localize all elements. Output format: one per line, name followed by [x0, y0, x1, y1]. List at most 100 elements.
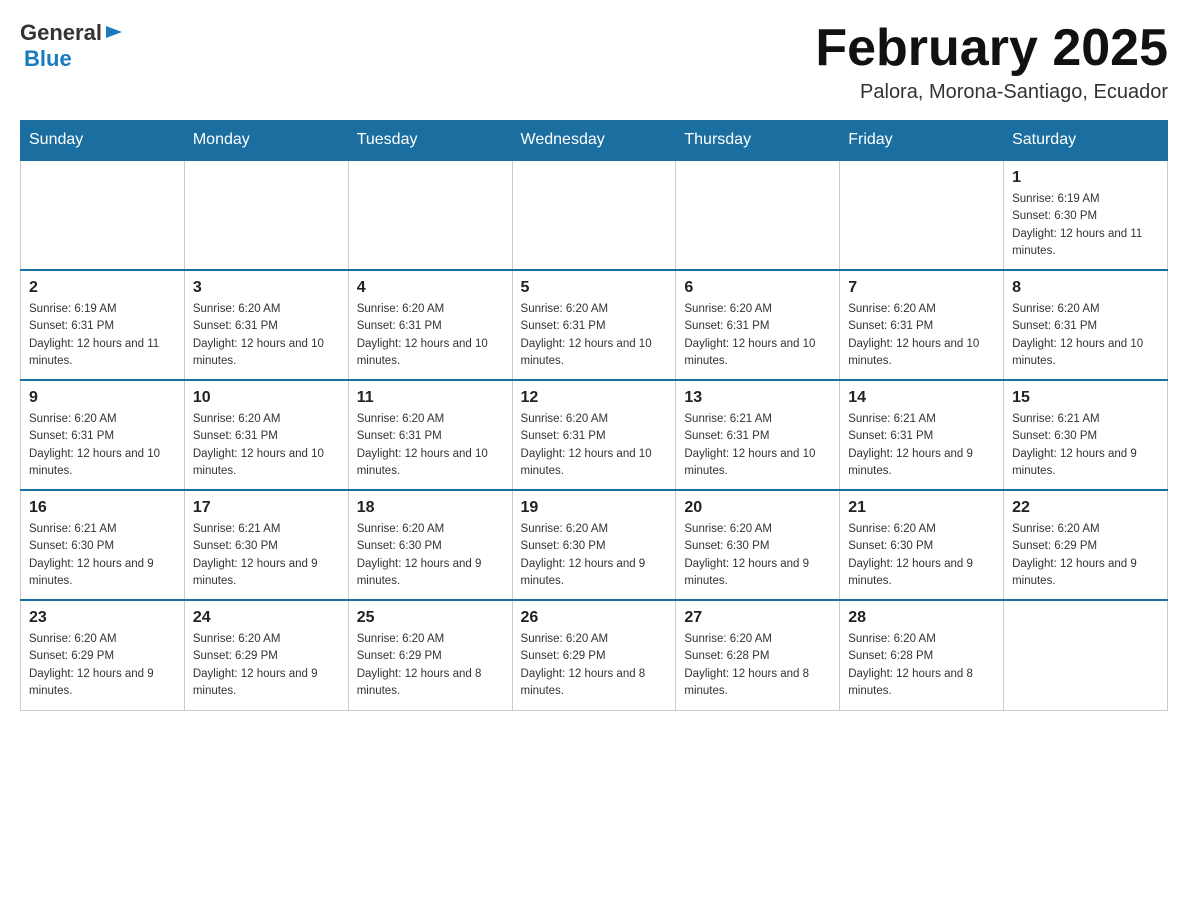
day-number: 15: [1012, 389, 1159, 407]
day-info: Sunrise: 6:20 AMSunset: 6:31 PMDaylight:…: [357, 411, 504, 480]
calendar-cell: [840, 160, 1004, 270]
day-info: Sunrise: 6:20 AMSunset: 6:29 PMDaylight:…: [1012, 521, 1159, 590]
calendar-cell: 14 Sunrise: 6:21 AMSunset: 6:31 PMDayligh…: [840, 380, 1004, 490]
day-info: Sunrise: 6:21 AMSunset: 6:30 PMDaylight:…: [193, 521, 340, 590]
logo: General Blue: [20, 20, 124, 72]
day-of-week-header: Thursday: [676, 121, 840, 161]
day-of-week-header: Wednesday: [512, 121, 676, 161]
calendar-cell: 2Sunrise: 6:19 AMSunset: 6:31 PMDaylight…: [21, 270, 185, 380]
day-number: 23: [29, 609, 176, 627]
day-info: Sunrise: 6:20 AMSunset: 6:31 PMDaylight:…: [521, 301, 668, 370]
day-info: Sunrise: 6:20 AMSunset: 6:29 PMDaylight:…: [193, 631, 340, 700]
calendar-cell: 18Sunrise: 6:20 AMSunset: 6:30 PMDayligh…: [348, 490, 512, 600]
day-number: 21: [848, 499, 995, 517]
day-number: 5: [521, 279, 668, 297]
calendar-cell: 7 Sunrise: 6:20 AMSunset: 6:31 PMDaylight…: [840, 270, 1004, 380]
calendar-header-row: SundayMondayTuesdayWednesdayThursdayFrid…: [21, 121, 1168, 161]
day-number: 28: [848, 609, 995, 627]
calendar-cell: [21, 160, 185, 270]
day-number: 20: [684, 499, 831, 517]
day-info: Sunrise: 6:20 AMSunset: 6:31 PMDaylight:…: [357, 301, 504, 370]
day-number: 10: [193, 389, 340, 407]
calendar-week-row: 2Sunrise: 6:19 AMSunset: 6:31 PMDaylight…: [21, 270, 1168, 380]
page-header: General Blue February 2025 Palora, Moron…: [20, 20, 1168, 104]
day-info: Sunrise: 6:20 AMSunset: 6:29 PMDaylight:…: [29, 631, 176, 700]
day-info: Sunrise: 6:20 AMSunset: 6:31 PMDaylight:…: [29, 411, 176, 480]
location-title: Palora, Morona-Santiago, Ecuador: [815, 81, 1168, 104]
title-section: February 2025 Palora, Morona-Santiago, E…: [815, 20, 1168, 104]
calendar-cell: 13 Sunrise: 6:21 AMSunset: 6:31 PMDayligh…: [676, 380, 840, 490]
calendar-week-row: 16 Sunrise: 6:21 AMSunset: 6:30 PMDayligh…: [21, 490, 1168, 600]
day-of-week-header: Tuesday: [348, 121, 512, 161]
day-number: 19: [521, 499, 668, 517]
day-number: 9: [29, 389, 176, 407]
day-number: 8: [1012, 279, 1159, 297]
calendar-cell: 15 Sunrise: 6:21 AMSunset: 6:30 PMDayligh…: [1004, 380, 1168, 490]
day-info: Sunrise: 6:20 AMSunset: 6:31 PMDaylight:…: [684, 301, 831, 370]
calendar-cell: 3Sunrise: 6:20 AMSunset: 6:31 PMDaylight…: [184, 270, 348, 380]
calendar-cell: 25Sunrise: 6:20 AMSunset: 6:29 PMDayligh…: [348, 600, 512, 710]
day-info: Sunrise: 6:20 AMSunset: 6:30 PMDaylight:…: [848, 521, 995, 590]
calendar-cell: 5 Sunrise: 6:20 AMSunset: 6:31 PMDaylight…: [512, 270, 676, 380]
calendar-cell: [512, 160, 676, 270]
day-info: Sunrise: 6:20 AMSunset: 6:30 PMDaylight:…: [684, 521, 831, 590]
calendar-table: SundayMondayTuesdayWednesdayThursdayFrid…: [20, 120, 1168, 711]
day-info: Sunrise: 6:20 AMSunset: 6:31 PMDaylight:…: [848, 301, 995, 370]
day-number: 24: [193, 609, 340, 627]
calendar-cell: 17 Sunrise: 6:21 AMSunset: 6:30 PMDayligh…: [184, 490, 348, 600]
day-info: Sunrise: 6:20 AMSunset: 6:31 PMDaylight:…: [521, 411, 668, 480]
logo-blue-text: Blue: [24, 46, 72, 72]
day-number: 22: [1012, 499, 1159, 517]
day-info: Sunrise: 6:20 AMSunset: 6:29 PMDaylight:…: [521, 631, 668, 700]
calendar-cell: 1 Sunrise: 6:19 AMSunset: 6:30 PMDaylight…: [1004, 160, 1168, 270]
calendar-cell: 28 Sunrise: 6:20 AMSunset: 6:28 PMDayligh…: [840, 600, 1004, 710]
day-number: 1: [1012, 169, 1159, 187]
day-number: 14: [848, 389, 995, 407]
calendar-cell: [184, 160, 348, 270]
calendar-cell: 8 Sunrise: 6:20 AMSunset: 6:31 PMDaylight…: [1004, 270, 1168, 380]
calendar-cell: 20 Sunrise: 6:20 AMSunset: 6:30 PMDayligh…: [676, 490, 840, 600]
calendar-cell: 16 Sunrise: 6:21 AMSunset: 6:30 PMDayligh…: [21, 490, 185, 600]
day-number: 11: [357, 389, 504, 407]
day-number: 7: [848, 279, 995, 297]
month-title: February 2025: [815, 20, 1168, 77]
calendar-cell: [348, 160, 512, 270]
day-number: 3: [193, 279, 340, 297]
day-info: Sunrise: 6:19 AMSunset: 6:30 PMDaylight:…: [1012, 191, 1159, 260]
logo-general-text: General: [20, 20, 102, 46]
day-info: Sunrise: 6:20 AMSunset: 6:29 PMDaylight:…: [357, 631, 504, 700]
day-of-week-header: Friday: [840, 121, 1004, 161]
day-info: Sunrise: 6:20 AMSunset: 6:31 PMDaylight:…: [1012, 301, 1159, 370]
day-number: 6: [684, 279, 831, 297]
calendar-week-row: 9 Sunrise: 6:20 AMSunset: 6:31 PMDaylight…: [21, 380, 1168, 490]
calendar-cell: 26 Sunrise: 6:20 AMSunset: 6:29 PMDayligh…: [512, 600, 676, 710]
calendar-cell: 24 Sunrise: 6:20 AMSunset: 6:29 PMDayligh…: [184, 600, 348, 710]
calendar-cell: 10 Sunrise: 6:20 AMSunset: 6:31 PMDayligh…: [184, 380, 348, 490]
day-info: Sunrise: 6:20 AMSunset: 6:31 PMDaylight:…: [193, 411, 340, 480]
day-number: 2: [29, 279, 176, 297]
day-info: Sunrise: 6:21 AMSunset: 6:31 PMDaylight:…: [684, 411, 831, 480]
calendar-week-row: 23 Sunrise: 6:20 AMSunset: 6:29 PMDayligh…: [21, 600, 1168, 710]
calendar-cell: 19 Sunrise: 6:20 AMSunset: 6:30 PMDayligh…: [512, 490, 676, 600]
day-info: Sunrise: 6:20 AMSunset: 6:30 PMDaylight:…: [521, 521, 668, 590]
day-number: 16: [29, 499, 176, 517]
calendar-cell: 23 Sunrise: 6:20 AMSunset: 6:29 PMDayligh…: [21, 600, 185, 710]
day-info: Sunrise: 6:21 AMSunset: 6:31 PMDaylight:…: [848, 411, 995, 480]
calendar-cell: 9 Sunrise: 6:20 AMSunset: 6:31 PMDaylight…: [21, 380, 185, 490]
calendar-cell: [1004, 600, 1168, 710]
day-number: 13: [684, 389, 831, 407]
day-info: Sunrise: 6:21 AMSunset: 6:30 PMDaylight:…: [29, 521, 176, 590]
day-number: 27: [684, 609, 831, 627]
day-of-week-header: Saturday: [1004, 121, 1168, 161]
day-info: Sunrise: 6:20 AMSunset: 6:30 PMDaylight:…: [357, 521, 504, 590]
day-info: Sunrise: 6:20 AMSunset: 6:28 PMDaylight:…: [848, 631, 995, 700]
calendar-week-row: 1 Sunrise: 6:19 AMSunset: 6:30 PMDaylight…: [21, 160, 1168, 270]
day-number: 4: [357, 279, 504, 297]
day-number: 26: [521, 609, 668, 627]
logo-flag-icon: [104, 24, 124, 44]
day-of-week-header: Sunday: [21, 121, 185, 161]
day-number: 12: [521, 389, 668, 407]
calendar-cell: 22 Sunrise: 6:20 AMSunset: 6:29 PMDayligh…: [1004, 490, 1168, 600]
day-number: 17: [193, 499, 340, 517]
day-info: Sunrise: 6:21 AMSunset: 6:30 PMDaylight:…: [1012, 411, 1159, 480]
